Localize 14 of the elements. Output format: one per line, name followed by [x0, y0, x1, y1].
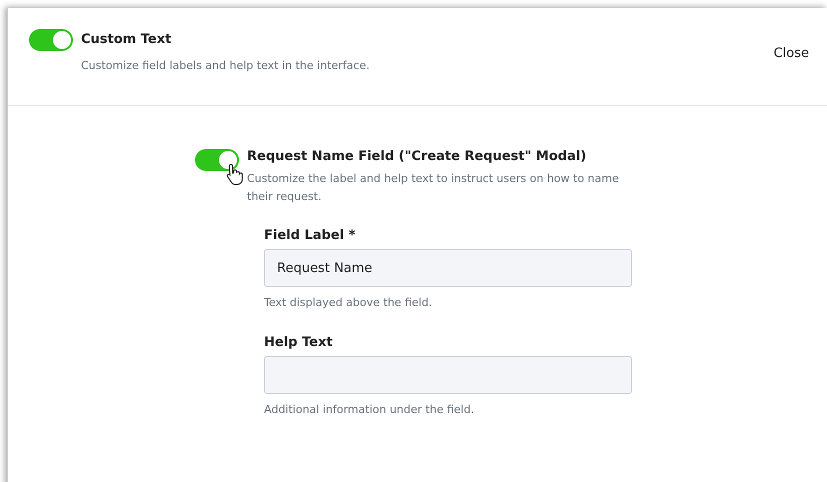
header-title: Custom Text [81, 32, 172, 47]
field-label: Field Label * [264, 228, 356, 243]
close-button[interactable]: Close [774, 46, 809, 61]
section-title: Request Name Field ("Create Request" Modal) [247, 149, 588, 164]
field-label: Help Text [264, 335, 334, 350]
input-field[interactable] [264, 356, 632, 394]
field-hint: Additional information under the field. [264, 403, 476, 416]
hand-cursor-icon [226, 163, 244, 185]
header-description: Customize field labels and help text in the interface. [81, 58, 371, 74]
toggle-switch[interactable] [195, 149, 239, 171]
section-description: Customize the label and help text to instruct users on how to name their request. [247, 171, 620, 205]
toggle-switch[interactable] [29, 29, 73, 51]
field-hint: Text displayed above the field. [264, 296, 434, 309]
input-field[interactable]: Request Name [264, 249, 632, 287]
